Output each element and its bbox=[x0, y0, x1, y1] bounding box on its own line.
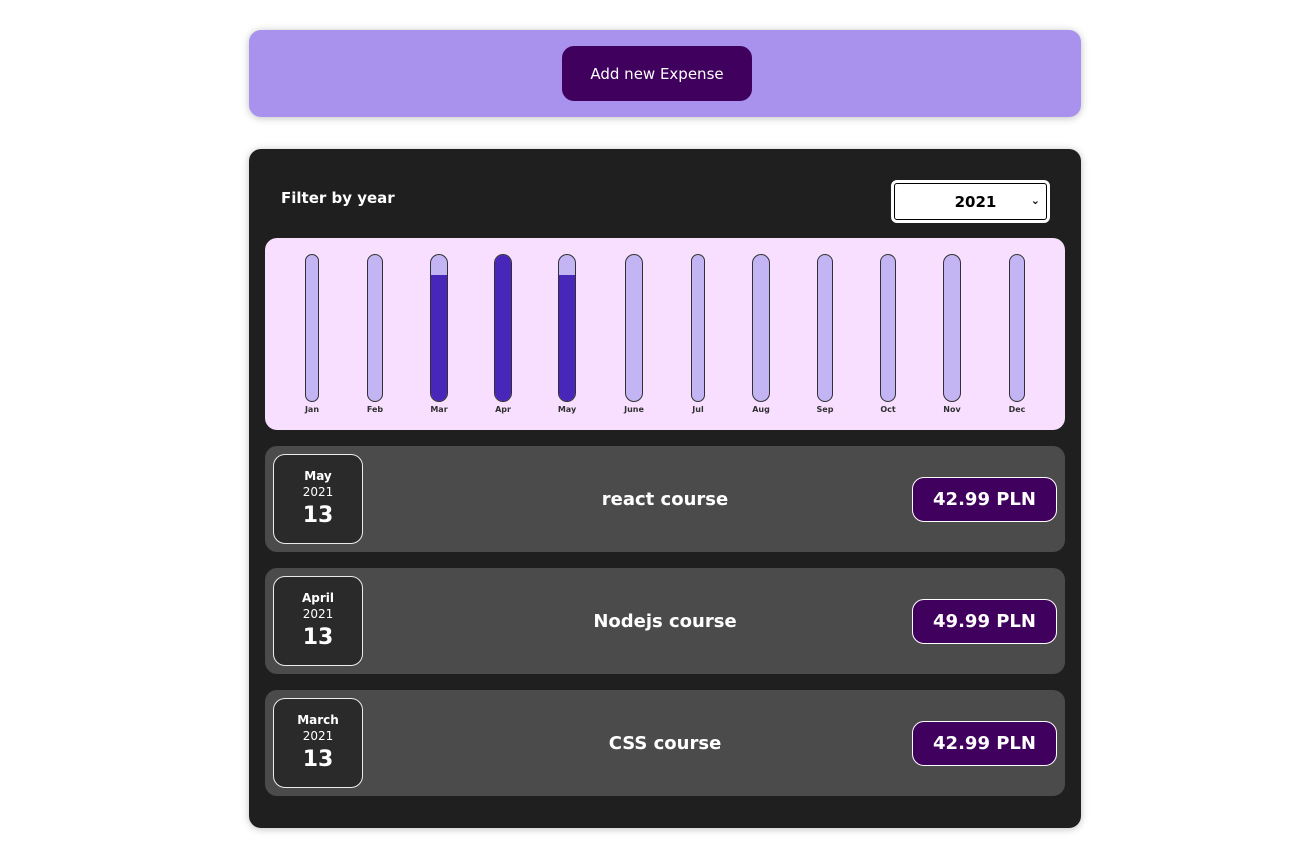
expense-date-month: April bbox=[301, 591, 335, 605]
expense-date: April 2021 13 bbox=[273, 576, 363, 666]
chart-bar-label: Sep bbox=[816, 405, 834, 414]
chart-bar-fill bbox=[495, 255, 511, 401]
chart-bar-track bbox=[367, 254, 383, 402]
chart-bar-aug: Aug bbox=[741, 254, 781, 416]
expense-amount: 49.99 PLN bbox=[912, 599, 1057, 644]
year-filter-select[interactable]: 2021 ⌄ bbox=[891, 180, 1050, 223]
chart-bar-dec: Dec bbox=[997, 254, 1037, 416]
chart-bar-track bbox=[1009, 254, 1025, 402]
chart-bar-track bbox=[880, 254, 896, 402]
expense-date-day: 13 bbox=[302, 503, 334, 528]
expense-item[interactable]: March 2021 13 CSS course 42.99 PLN bbox=[265, 690, 1065, 796]
expenses-panel: Filter by year 2021 ⌄ Jan Feb Mar Apr May Jun… bbox=[249, 149, 1081, 828]
chart-bar-label: Dec bbox=[1008, 405, 1026, 414]
filter-label: Filter by year bbox=[281, 189, 395, 207]
chart-bar-jul: Jul bbox=[678, 254, 718, 416]
expenses-chart: Jan Feb Mar Apr May June Jul Aug Sep Oct Nov Dec bbox=[265, 238, 1065, 430]
expense-item[interactable]: April 2021 13 Nodejs course 49.99 PLN bbox=[265, 568, 1065, 674]
expense-title: react course bbox=[601, 489, 729, 510]
chart-bar-track bbox=[691, 254, 705, 402]
chart-bar-track bbox=[752, 254, 770, 402]
year-select-value: 2021 bbox=[954, 192, 997, 211]
expense-date-year: 2021 bbox=[302, 607, 334, 621]
expense-date-day: 13 bbox=[302, 625, 334, 650]
chart-bar-track bbox=[943, 254, 961, 402]
chart-bar-may: May bbox=[547, 254, 587, 416]
chart-bar-nov: Nov bbox=[932, 254, 972, 416]
chart-bar-label: Mar bbox=[430, 405, 448, 414]
chart-bar-fill bbox=[431, 275, 447, 401]
chart-bar-label: June bbox=[624, 405, 644, 414]
chart-bar-label: May bbox=[557, 405, 577, 414]
chart-bar-track bbox=[625, 254, 643, 402]
expense-date: May 2021 13 bbox=[273, 454, 363, 544]
chart-bar-label: Oct bbox=[880, 405, 896, 414]
chart-bar-june: June bbox=[614, 254, 654, 416]
expense-item[interactable]: May 2021 13 react course 42.99 PLN bbox=[265, 446, 1065, 552]
chart-bar-label: Jul bbox=[692, 405, 704, 414]
chart-bar-track bbox=[305, 254, 319, 402]
expense-amount: 42.99 PLN bbox=[912, 477, 1057, 522]
chart-bar-fill bbox=[559, 275, 575, 401]
chart-bar-track bbox=[558, 254, 576, 402]
chart-bar-sep: Sep bbox=[805, 254, 845, 416]
expense-date: March 2021 13 bbox=[273, 698, 363, 788]
expense-date-month: March bbox=[297, 713, 339, 727]
chart-bar-oct: Oct bbox=[868, 254, 908, 416]
chart-bar-label: Feb bbox=[366, 405, 384, 414]
expense-amount: 42.99 PLN bbox=[912, 721, 1057, 766]
chart-bar-mar: Mar bbox=[419, 254, 459, 416]
chart-bar-track bbox=[817, 254, 833, 402]
chart-bar-label: Jan bbox=[304, 405, 320, 414]
expense-date-year: 2021 bbox=[302, 729, 334, 743]
chart-bar-label: Nov bbox=[943, 405, 961, 414]
chart-bar-track bbox=[494, 254, 512, 402]
expense-title: Nodejs course bbox=[593, 611, 737, 632]
new-expense-panel: Add new Expense bbox=[249, 30, 1081, 117]
chart-bar-jan: Jan bbox=[292, 254, 332, 416]
chevron-down-icon: ⌄ bbox=[1030, 194, 1040, 207]
chart-bar-label: Aug bbox=[752, 405, 770, 414]
chart-bar-track bbox=[430, 254, 448, 402]
expense-date-month: May bbox=[304, 469, 332, 483]
chart-bar-label: Apr bbox=[495, 405, 511, 414]
add-expense-button[interactable]: Add new Expense bbox=[562, 46, 752, 101]
expense-date-year: 2021 bbox=[302, 485, 334, 499]
chart-bar-apr: Apr bbox=[483, 254, 523, 416]
expense-title: CSS course bbox=[608, 733, 722, 754]
chart-bar-feb: Feb bbox=[355, 254, 395, 416]
expense-date-day: 13 bbox=[302, 747, 334, 772]
